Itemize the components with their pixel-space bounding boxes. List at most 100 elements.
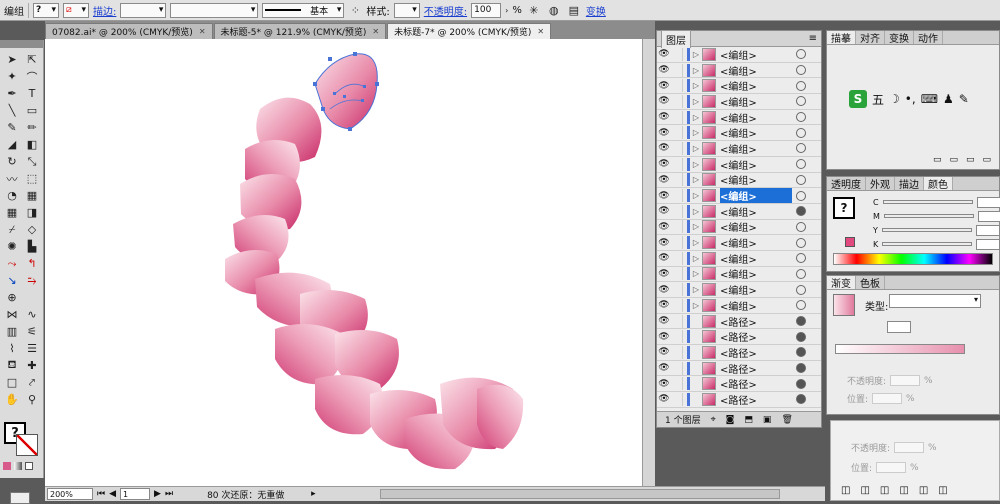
anchor-tool-icon[interactable]: ↘ xyxy=(2,272,22,289)
lock-toggle[interactable] xyxy=(671,94,683,108)
target-icon[interactable] xyxy=(796,253,806,264)
tab-actions[interactable]: 动作 xyxy=(914,31,943,45)
panel-button-icon[interactable]: ◫ xyxy=(841,485,850,496)
eye-icon[interactable]: 👁 xyxy=(657,253,671,263)
crop-tool-icon[interactable]: □ xyxy=(2,374,22,391)
tab-trace[interactable]: 描摹 xyxy=(827,31,856,45)
graph-tool-icon[interactable]: ▙ xyxy=(22,238,42,255)
transform-link[interactable]: 变换 xyxy=(586,3,606,18)
style-dropdown[interactable]: ▾ xyxy=(393,2,420,18)
vertical-scrollbar[interactable] xyxy=(642,39,655,486)
layer-row[interactable]: 👁 ▷ <编组> xyxy=(657,298,821,314)
locate-object-icon[interactable]: ⌖ xyxy=(711,415,716,425)
slice-tool-icon[interactable]: ⋈ xyxy=(2,306,22,323)
tab-stroke[interactable]: 描边 xyxy=(895,177,924,191)
pencil-tool-icon[interactable]: ✏ xyxy=(22,119,42,136)
free-transform-tool-icon[interactable]: ⬚ xyxy=(22,170,42,187)
wave-tool-icon[interactable]: ∿ xyxy=(22,306,42,323)
target-icon[interactable] xyxy=(796,284,806,295)
gradient-preview[interactable] xyxy=(833,294,855,316)
eye-icon[interactable]: 👁 xyxy=(657,238,671,248)
layer-name[interactable]: <编组> xyxy=(720,266,792,281)
scale-tool-icon[interactable]: ⤡ xyxy=(22,153,42,170)
lock-toggle[interactable] xyxy=(671,47,683,61)
layer-row[interactable]: 👁 <路径> xyxy=(657,392,821,408)
lock-toggle[interactable] xyxy=(671,173,683,187)
eye-icon[interactable]: 👁 xyxy=(657,363,671,373)
lock-toggle[interactable] xyxy=(671,283,683,297)
last-artboard-icon[interactable]: ⏭ xyxy=(165,489,173,499)
layers-tab[interactable]: 图层 xyxy=(661,29,691,48)
direct-selection-tool-icon[interactable]: ⇱ xyxy=(22,51,42,68)
lock-toggle[interactable] xyxy=(671,298,683,312)
layer-name[interactable]: <编组> xyxy=(720,204,792,219)
lock-toggle[interactable] xyxy=(671,345,683,359)
reshape-tool-icon[interactable]: ↰ xyxy=(22,255,42,272)
type-tool-icon[interactable]: T xyxy=(22,85,42,102)
layer-row[interactable]: 👁 <路径> xyxy=(657,314,821,330)
channel-input[interactable] xyxy=(976,238,1000,250)
eye-icon[interactable]: 👁 xyxy=(657,112,671,122)
knife-tool-icon[interactable]: ⤤ xyxy=(22,374,42,391)
doc-tab-1[interactable]: 07082.ai* @ 200% (CMYK/预览) ✕ xyxy=(45,23,213,39)
target-icon[interactable] xyxy=(796,316,806,327)
panel-button-icon[interactable]: ▭ xyxy=(933,155,942,165)
first-artboard-icon[interactable]: ⏮ xyxy=(97,489,105,499)
lock-toggle[interactable] xyxy=(671,361,683,375)
lock-toggle[interactable] xyxy=(671,204,683,218)
lock-toggle[interactable] xyxy=(671,141,683,155)
globe-icon[interactable]: ◍ xyxy=(546,2,562,19)
rect-grid-tool-icon[interactable]: ⚟ xyxy=(22,323,42,340)
eye-icon[interactable]: 👁 xyxy=(657,347,671,357)
layer-name[interactable]: <编组> xyxy=(720,188,792,204)
tab-transparency[interactable]: 透明度 xyxy=(827,177,866,191)
panel-button-icon[interactable]: ▭ xyxy=(982,155,991,165)
tab-color[interactable]: 颜色 xyxy=(924,177,953,191)
expand-arrow-icon[interactable]: ▷ xyxy=(690,191,702,200)
petal-group[interactable] xyxy=(225,97,524,470)
layer-row[interactable]: 👁 <路径> xyxy=(657,361,821,377)
lock-toggle[interactable] xyxy=(671,330,683,344)
none-mode-icon[interactable] xyxy=(25,462,33,470)
tab-transform[interactable]: 变换 xyxy=(885,31,914,45)
punctuation-icon[interactable]: •, xyxy=(905,92,916,106)
line-tool-icon[interactable]: ╲ xyxy=(2,102,22,119)
eye-icon[interactable]: 👁 xyxy=(657,379,671,389)
layer-row[interactable]: 👁 ▷ <编组> xyxy=(657,251,821,267)
recolor-icon[interactable]: ✳ xyxy=(526,2,542,19)
eye-icon[interactable]: 👁 xyxy=(657,191,671,201)
column-graph-tool-icon[interactable]: ▥ xyxy=(2,323,22,340)
expand-arrow-icon[interactable]: ▷ xyxy=(690,50,702,59)
zoom-dropdown[interactable]: 200% xyxy=(47,488,93,500)
layer-row[interactable]: 👁 <路径> xyxy=(657,345,821,361)
target-icon[interactable] xyxy=(796,65,806,76)
color-fill-stroke[interactable]: ? xyxy=(833,197,855,219)
layer-name[interactable]: <编组> xyxy=(720,141,792,156)
channel-slider[interactable] xyxy=(882,242,973,246)
shape-builder-tool-icon[interactable]: ◔ xyxy=(2,187,22,204)
gradient-type-dropdown[interactable]: ▾ xyxy=(889,294,981,308)
spiral-tool-icon[interactable]: ⌇ xyxy=(2,340,22,357)
layer-name[interactable]: <路径> xyxy=(720,392,792,407)
layer-row[interactable]: 👁 ▷ <编组> xyxy=(657,220,821,236)
prev-artboard-icon[interactable]: ◀ xyxy=(109,489,116,499)
expand-arrow-icon[interactable]: ▷ xyxy=(690,254,702,263)
expand-arrow-icon[interactable]: ▷ xyxy=(690,269,702,278)
target-icon[interactable] xyxy=(796,221,806,232)
channel-slider[interactable] xyxy=(881,228,972,232)
channel-slider[interactable] xyxy=(883,214,974,218)
artboard-number-input[interactable]: 1 xyxy=(120,488,151,500)
layer-name[interactable]: <编组> xyxy=(720,110,792,125)
layer-name[interactable]: <编组> xyxy=(720,47,792,62)
new-layer-icon[interactable]: ▣ xyxy=(763,415,772,425)
layer-row[interactable]: 👁 ▷ <编组> xyxy=(657,157,821,173)
eye-icon[interactable]: 👁 xyxy=(657,269,671,279)
warp-tool-icon[interactable]: 〰 xyxy=(2,170,22,187)
eye-icon[interactable]: 👁 xyxy=(657,96,671,106)
eye-icon[interactable]: 👁 xyxy=(657,222,671,232)
target-icon[interactable] xyxy=(796,237,806,248)
artboard-canvas[interactable] xyxy=(45,39,655,486)
eyedropper-tool-icon[interactable]: ⌿ xyxy=(2,221,22,238)
target-icon[interactable] xyxy=(796,159,806,170)
channel-input[interactable] xyxy=(976,196,1000,208)
